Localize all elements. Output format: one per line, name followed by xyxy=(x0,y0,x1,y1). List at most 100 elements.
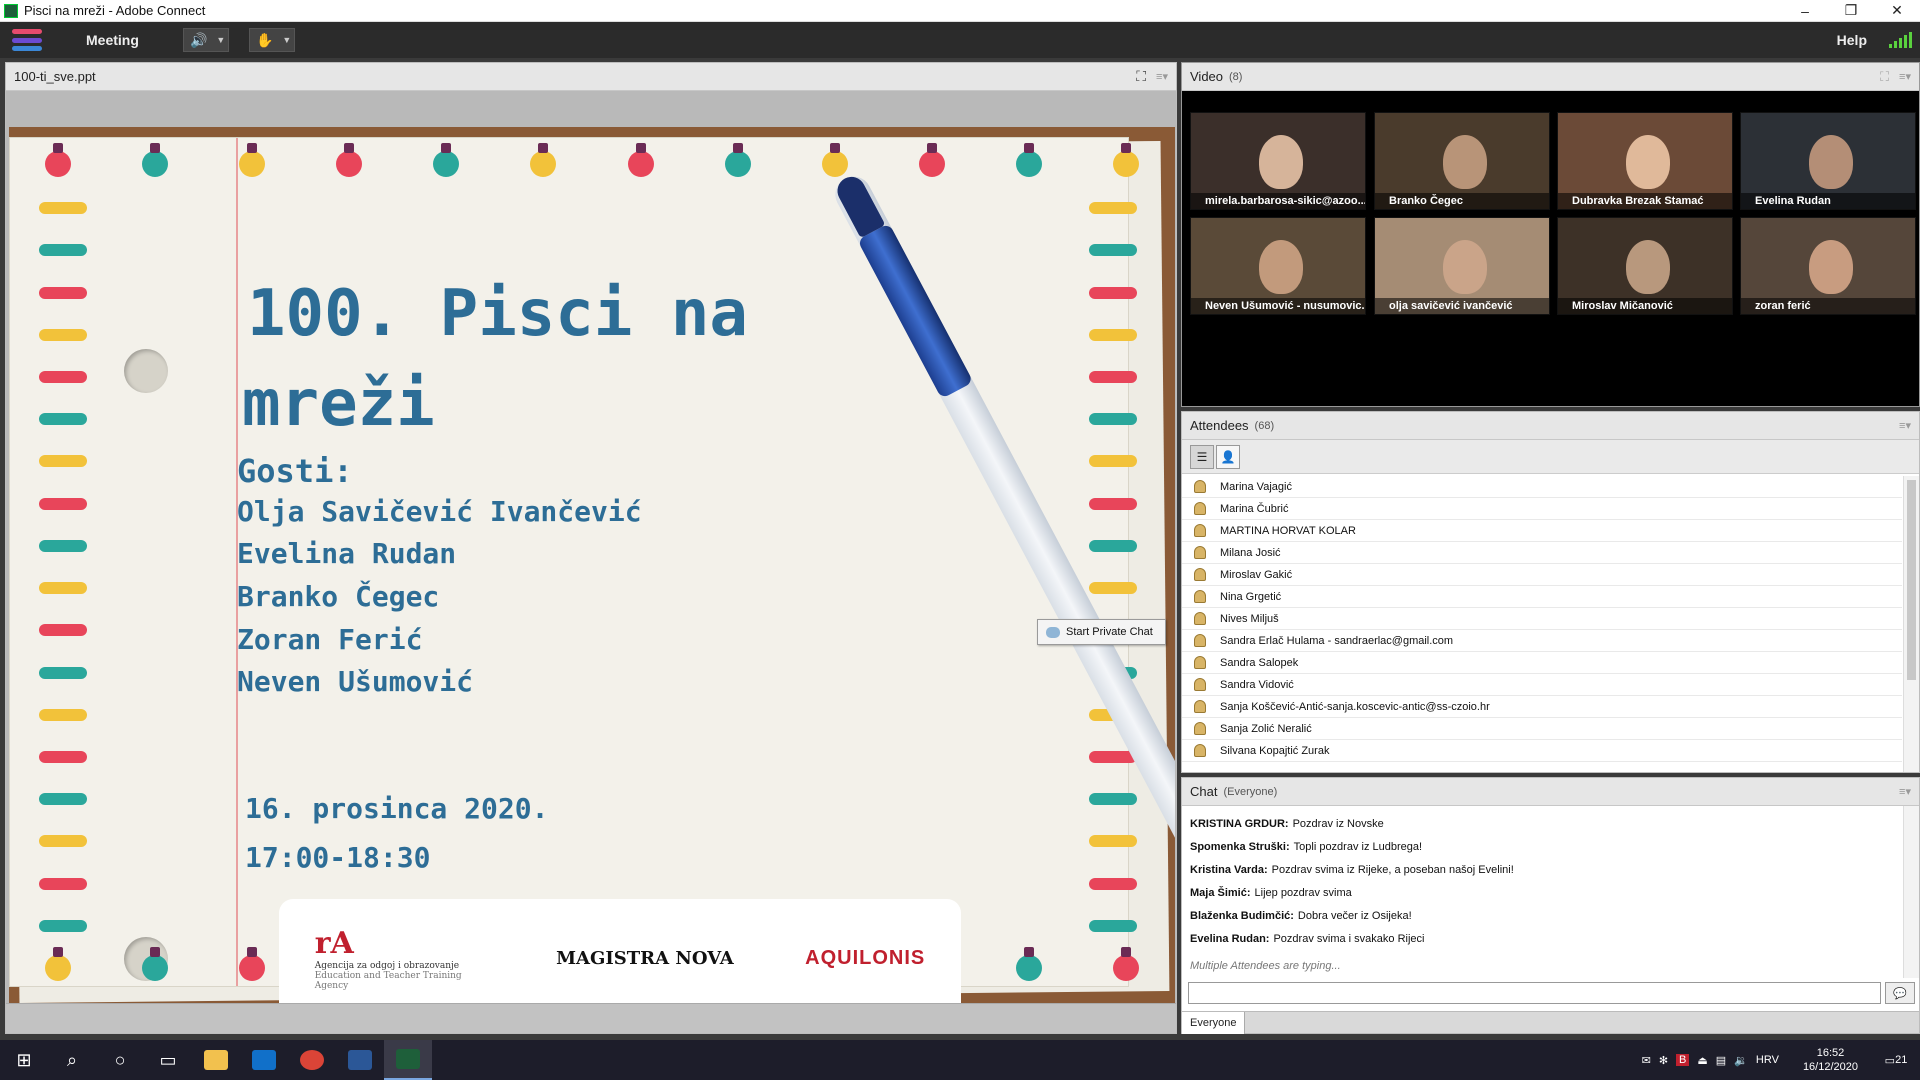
video-count: (8) xyxy=(1229,70,1243,83)
start-menu-icon[interactable]: ⊞ xyxy=(0,1040,48,1080)
chat-message: Blaženka Budimčić: Dobra večer iz Osijeka… xyxy=(1190,904,1890,927)
system-clock[interactable]: 16:52 16/12/2020 xyxy=(1803,1046,1858,1074)
start-private-chat-menu[interactable]: Start Private Chat xyxy=(1037,619,1166,645)
chrome-icon[interactable] xyxy=(288,1040,336,1080)
attendee-list-scrollbar[interactable] xyxy=(1903,476,1919,772)
attendee-row[interactable]: Nina Grgetić xyxy=(1182,586,1902,608)
system-tray: ✉ ✻ B ⏏ ▤ 🔉 HRV xyxy=(1642,1054,1779,1067)
video-tile[interactable]: Evelina Rudan xyxy=(1740,112,1916,210)
chat-text: Pozdrav iz Novske xyxy=(1292,817,1384,830)
close-window-button[interactable]: ✕ xyxy=(1874,0,1920,22)
fullscreen-icon[interactable]: ⛶ xyxy=(1136,68,1146,85)
video-tile-name: Branko Čegec xyxy=(1375,193,1549,209)
video-tile[interactable]: Branko Čegec xyxy=(1374,112,1550,210)
adobe-connect-menu-icon[interactable] xyxy=(12,29,42,51)
attendee-row[interactable]: Sandra Erlač Hulama - sandraerlac@gmail.… xyxy=(1182,630,1902,652)
chat-message-input[interactable] xyxy=(1188,982,1881,1004)
chat-scope: (Everyone) xyxy=(1223,785,1278,798)
attendee-name: Miroslav Gakić xyxy=(1220,568,1293,581)
chat-sender[interactable]: Blaženka Budimčić: xyxy=(1190,910,1294,922)
restore-button[interactable]: ❐ xyxy=(1828,0,1874,22)
list-view-icon[interactable]: ☰ xyxy=(1190,444,1214,469)
attendee-row[interactable]: Milana Josić xyxy=(1182,542,1902,564)
attendee-row[interactable]: Silvana Kopajtić Zurak xyxy=(1182,740,1902,762)
network-settings-icon[interactable]: ✻ xyxy=(1659,1054,1668,1067)
chat-sender[interactable]: Kristina Varda: xyxy=(1190,864,1268,876)
video-tile[interactable]: Miroslav Mičanović xyxy=(1557,217,1733,315)
video-tile[interactable]: Neven Ušumović - nusumovic... xyxy=(1190,217,1366,315)
volume-icon[interactable]: 🔉 xyxy=(1734,1054,1748,1067)
file-explorer-icon[interactable] xyxy=(192,1040,240,1080)
attendee-row[interactable]: Sanja Zolić Neralić xyxy=(1182,718,1902,740)
outlook-tray-icon[interactable]: ✉ xyxy=(1642,1054,1651,1067)
chat-message: Evelina Rudan: Pozdrav svima i svakako Ri… xyxy=(1190,927,1890,950)
chat-pod: Chat (Everyone) ≡▾ KRISTINA GRDUR: Pozdra… xyxy=(1181,777,1920,1034)
attendee-name: Sandra Salopek xyxy=(1220,656,1299,669)
slide-title-line1: 100. Pisci na xyxy=(247,277,748,351)
meeting-menu[interactable]: Meeting xyxy=(86,32,139,48)
speaker-control[interactable]: 🔊 ▼ xyxy=(182,28,229,52)
send-message-icon[interactable]: 💬 xyxy=(1885,982,1915,1004)
camera-control[interactable]: ✋ ▼ xyxy=(248,28,295,52)
word-icon[interactable] xyxy=(336,1040,384,1080)
chat-sender[interactable]: Spomenka Struški: xyxy=(1190,841,1290,853)
camera-dropdown-icon[interactable]: ▼ xyxy=(280,35,294,45)
pod-menu-icon[interactable]: ≡▾ xyxy=(1899,70,1911,83)
window-title: Pisci na mreži - Adobe Connect xyxy=(24,3,206,18)
clock-time: 16:52 xyxy=(1816,1047,1845,1059)
help-menu[interactable]: Help xyxy=(1837,32,1867,48)
slide-time: 17:00-18:30 xyxy=(245,841,431,874)
chat-sender[interactable]: Maja Šimić: xyxy=(1190,887,1251,899)
attendee-row[interactable]: MARTINA HORVAT KOLAR xyxy=(1182,520,1902,542)
pod-menu-icon[interactable]: ≡▾ xyxy=(1156,70,1168,83)
azoo-logo-subtext: Education and Teacher Training Agency xyxy=(314,970,462,991)
video-tile[interactable]: zoran ferić xyxy=(1740,217,1916,315)
chat-message: KRISTINA GRDUR: Pozdrav iz Novske xyxy=(1190,812,1890,835)
light-bulbs-left xyxy=(39,187,109,947)
slide-guest: Evelina Rudan xyxy=(237,537,457,570)
minimize-button[interactable]: – xyxy=(1782,0,1828,22)
task-view-icon[interactable]: ▭ xyxy=(144,1040,192,1080)
pod-menu-icon[interactable]: ≡▾ xyxy=(1899,419,1911,432)
usb-icon[interactable]: ⏏ xyxy=(1697,1054,1707,1067)
user-icon xyxy=(1194,656,1206,669)
video-tile[interactable]: Dubravka Brezak Stamać xyxy=(1557,112,1733,210)
role-view-icon[interactable]: 👤 xyxy=(1216,444,1240,469)
tab-everyone[interactable]: Everyone xyxy=(1182,1012,1246,1034)
attendee-row[interactable]: Sanja Koščević-Antić-sanja.koscevic-anti… xyxy=(1182,696,1902,718)
video-tile[interactable]: mirela.barbarosa-sikic@azoo... xyxy=(1190,112,1366,210)
input-language[interactable]: HRV xyxy=(1756,1054,1779,1066)
speaker-icon[interactable]: 🔊 xyxy=(184,29,214,51)
chat-pod-title: Chat xyxy=(1190,784,1218,799)
adobe-connect-taskbar-icon[interactable] xyxy=(384,1040,432,1080)
outlook-icon[interactable] xyxy=(240,1040,288,1080)
fullscreen-icon[interactable]: ⛶ xyxy=(1880,69,1889,85)
network-icon[interactable]: ▤ xyxy=(1716,1054,1726,1067)
chat-sender[interactable]: KRISTINA GRDUR: xyxy=(1190,818,1289,830)
cortana-icon[interactable]: ○ xyxy=(96,1040,144,1080)
chat-sender[interactable]: Evelina Rudan: xyxy=(1190,933,1269,945)
attendee-count: (68) xyxy=(1254,419,1275,432)
attendee-row[interactable]: Sandra Salopek xyxy=(1182,652,1902,674)
chat-scrollbar[interactable] xyxy=(1903,806,1919,978)
video-tile[interactable]: olja savičević ivančević xyxy=(1374,217,1550,315)
start-private-chat-label[interactable]: Start Private Chat xyxy=(1066,626,1153,638)
pod-menu-icon[interactable]: ≡▾ xyxy=(1899,785,1911,798)
attendee-row[interactable]: Marina Vajagić xyxy=(1182,476,1902,498)
slide-guest: Branko Čegec xyxy=(237,580,440,613)
search-icon[interactable]: ⌕ xyxy=(48,1040,96,1080)
user-icon xyxy=(1194,524,1206,537)
attendee-row[interactable]: Marina Čubrić xyxy=(1182,498,1902,520)
attendee-row[interactable]: Sandra Vidović xyxy=(1182,674,1902,696)
notifications-icon[interactable]: ▭ 21 xyxy=(1872,1040,1920,1080)
attendee-row[interactable]: Nives Miljuš xyxy=(1182,608,1902,630)
speaker-dropdown-icon[interactable]: ▼ xyxy=(214,35,228,45)
user-icon xyxy=(1194,700,1206,713)
camera-icon[interactable]: ✋ xyxy=(250,29,280,51)
attendee-name: Milana Josić xyxy=(1220,546,1281,559)
chat-tabs: Everyone xyxy=(1182,1011,1919,1034)
connection-signal-icon xyxy=(1889,32,1912,48)
attendee-row[interactable]: Miroslav Gakić xyxy=(1182,564,1902,586)
bitdefender-icon[interactable]: B xyxy=(1676,1054,1690,1066)
slide-guests-heading: Gosti: xyxy=(237,452,353,490)
